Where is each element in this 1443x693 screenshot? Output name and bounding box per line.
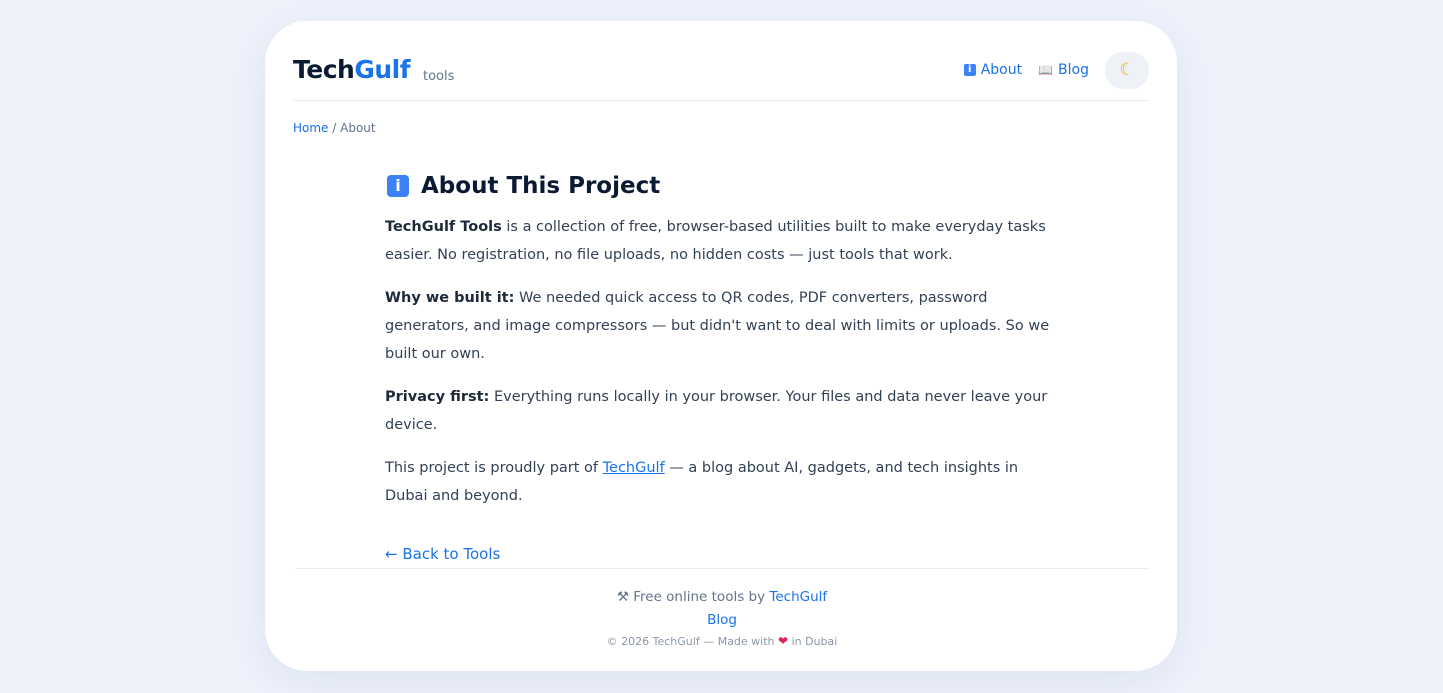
tools-icon: ⚒ xyxy=(616,589,629,605)
footer-blog-link[interactable]: Blog xyxy=(707,612,737,628)
footer-techgulf-link[interactable]: TechGulf xyxy=(769,589,827,605)
why-bold: Why we built it: xyxy=(385,290,515,306)
footer-tagline-text: Free online tools by xyxy=(633,589,770,605)
nav-about-link[interactable]: i About xyxy=(963,62,1023,78)
copyright-post: in Dubai xyxy=(788,635,838,648)
book-icon: 📖 xyxy=(1038,63,1054,77)
nav-blog-link[interactable]: 📖 Blog xyxy=(1038,62,1089,78)
why-paragraph: Why we built it: We needed quick access … xyxy=(385,284,1065,368)
part-of-pre: This project is proudly part of xyxy=(385,460,603,476)
info-icon: i xyxy=(387,175,409,197)
info-icon: i xyxy=(963,64,976,76)
footer-links: Blog xyxy=(295,612,1149,628)
part-of-paragraph: This project is proudly part of TechGulf… xyxy=(385,454,1065,510)
breadcrumb-separator: / xyxy=(332,121,337,135)
logo-gulf: Gulf xyxy=(354,55,411,84)
nav-about-label: About xyxy=(980,62,1023,78)
breadcrumb-current: About xyxy=(340,121,376,135)
top-nav: i About 📖 Blog ☾ xyxy=(963,51,1149,89)
heart-icon: ❤ xyxy=(778,634,789,648)
logo-subtitle: tools xyxy=(423,69,455,84)
site-logo[interactable]: TechGulf xyxy=(293,55,411,84)
site-header: TechGulf tools i About 📖 Blog ☾ xyxy=(293,51,1149,101)
moon-icon: ☾ xyxy=(1119,60,1135,80)
breadcrumb-home-link[interactable]: Home xyxy=(293,121,328,135)
nav-blog-label: Blog xyxy=(1058,62,1089,78)
page-title-text: About This Project xyxy=(421,173,661,199)
privacy-bold: Privacy first: xyxy=(385,389,490,405)
intro-bold: TechGulf Tools xyxy=(385,219,502,235)
logo-tech: Tech xyxy=(293,55,355,84)
page-title: i About This Project xyxy=(387,173,1065,199)
back-to-tools-link[interactable]: ← Back to Tools xyxy=(385,545,500,563)
breadcrumb: Home / About xyxy=(293,121,376,135)
main-content: i About This Project TechGulf Tools is a… xyxy=(385,173,1065,563)
theme-toggle-button[interactable]: ☾ xyxy=(1105,51,1149,89)
intro-paragraph: TechGulf Tools is a collection of free, … xyxy=(385,213,1065,269)
footer-tagline: ⚒ Free online tools by TechGulf xyxy=(295,589,1149,605)
privacy-paragraph: Privacy first: Everything runs locally i… xyxy=(385,383,1065,439)
page-card: TechGulf tools i About 📖 Blog ☾ Home / A… xyxy=(265,21,1177,671)
techgulf-link[interactable]: TechGulf xyxy=(603,460,665,476)
site-footer: ⚒ Free online tools by TechGulf Blog © 2… xyxy=(295,568,1149,648)
copyright-pre: © 2026 TechGulf — Made with xyxy=(606,635,779,648)
footer-copyright: © 2026 TechGulf — Made with ❤ in Dubai xyxy=(295,634,1149,648)
